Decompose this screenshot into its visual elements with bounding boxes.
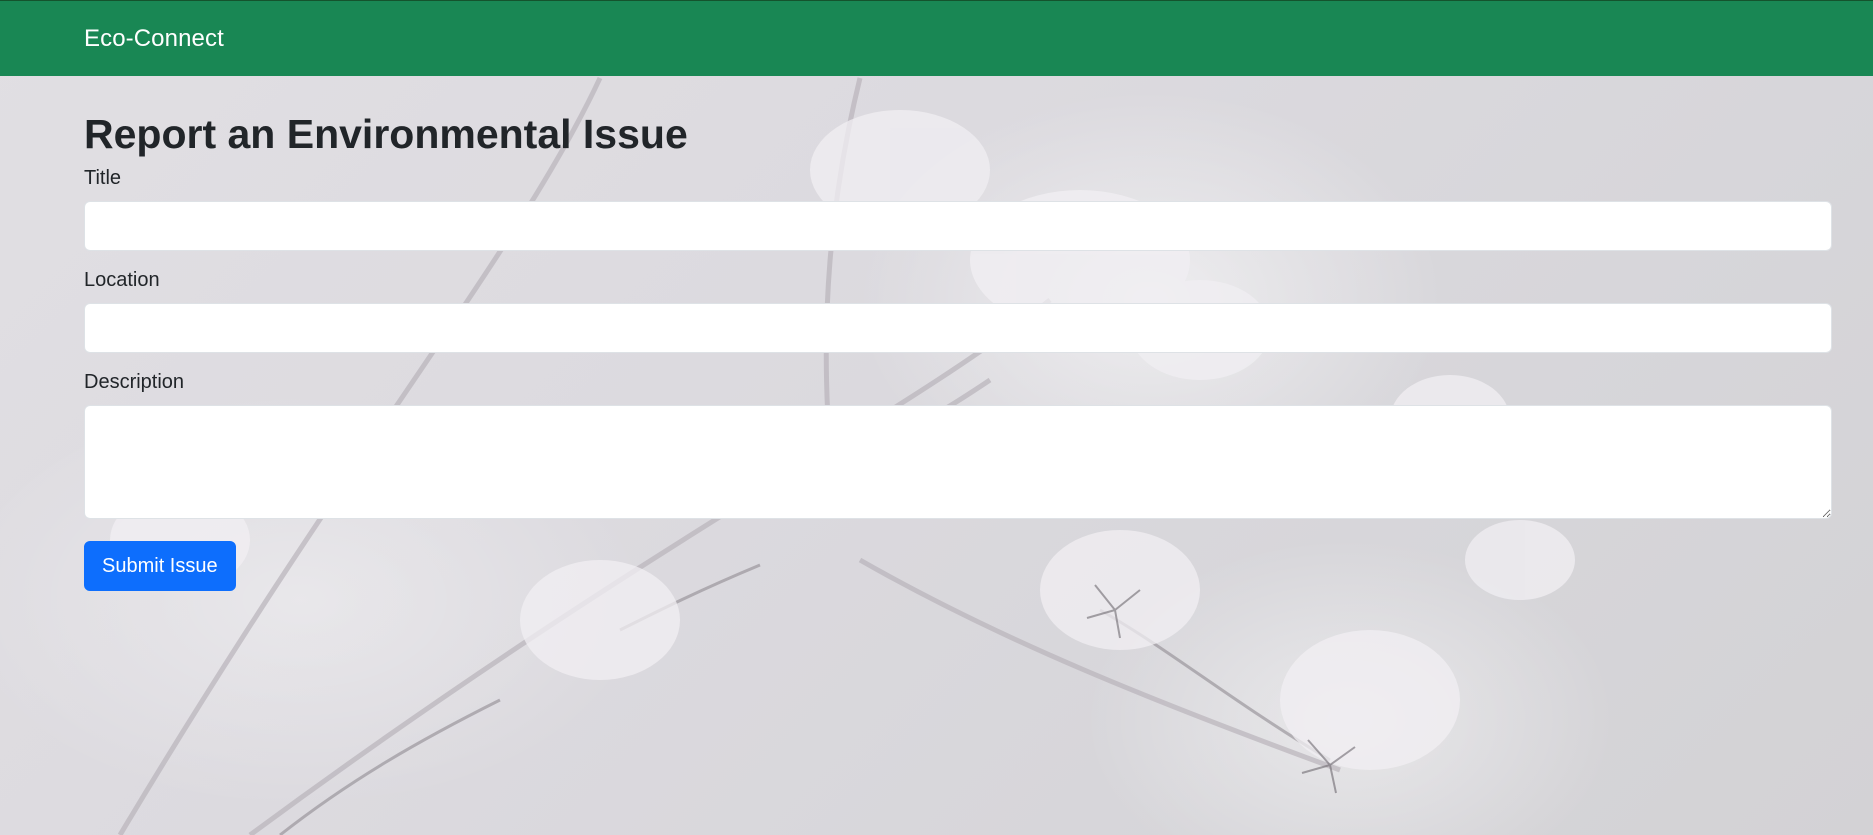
title-input[interactable] [84,201,1832,252]
brand-link[interactable]: Eco-Connect [84,25,224,53]
page-title: Report an Environmental Issue [84,111,688,157]
report-issue-form: Title Location Description Submit Issue [84,167,1832,592]
title-label: Title [84,167,122,190]
submit-issue-button[interactable]: Submit Issue [84,541,236,592]
description-label: Description [84,371,185,394]
navbar: Eco-Connect [0,0,1873,76]
location-input[interactable] [84,303,1832,354]
location-field-group: Location [84,269,1832,354]
report-issue-section: Report an Environmental Issue Title Loca… [0,111,1832,592]
title-field-group: Title [84,167,1832,252]
description-field-group: Description [84,371,1832,520]
description-textarea[interactable] [84,405,1832,520]
location-label: Location [84,269,160,292]
